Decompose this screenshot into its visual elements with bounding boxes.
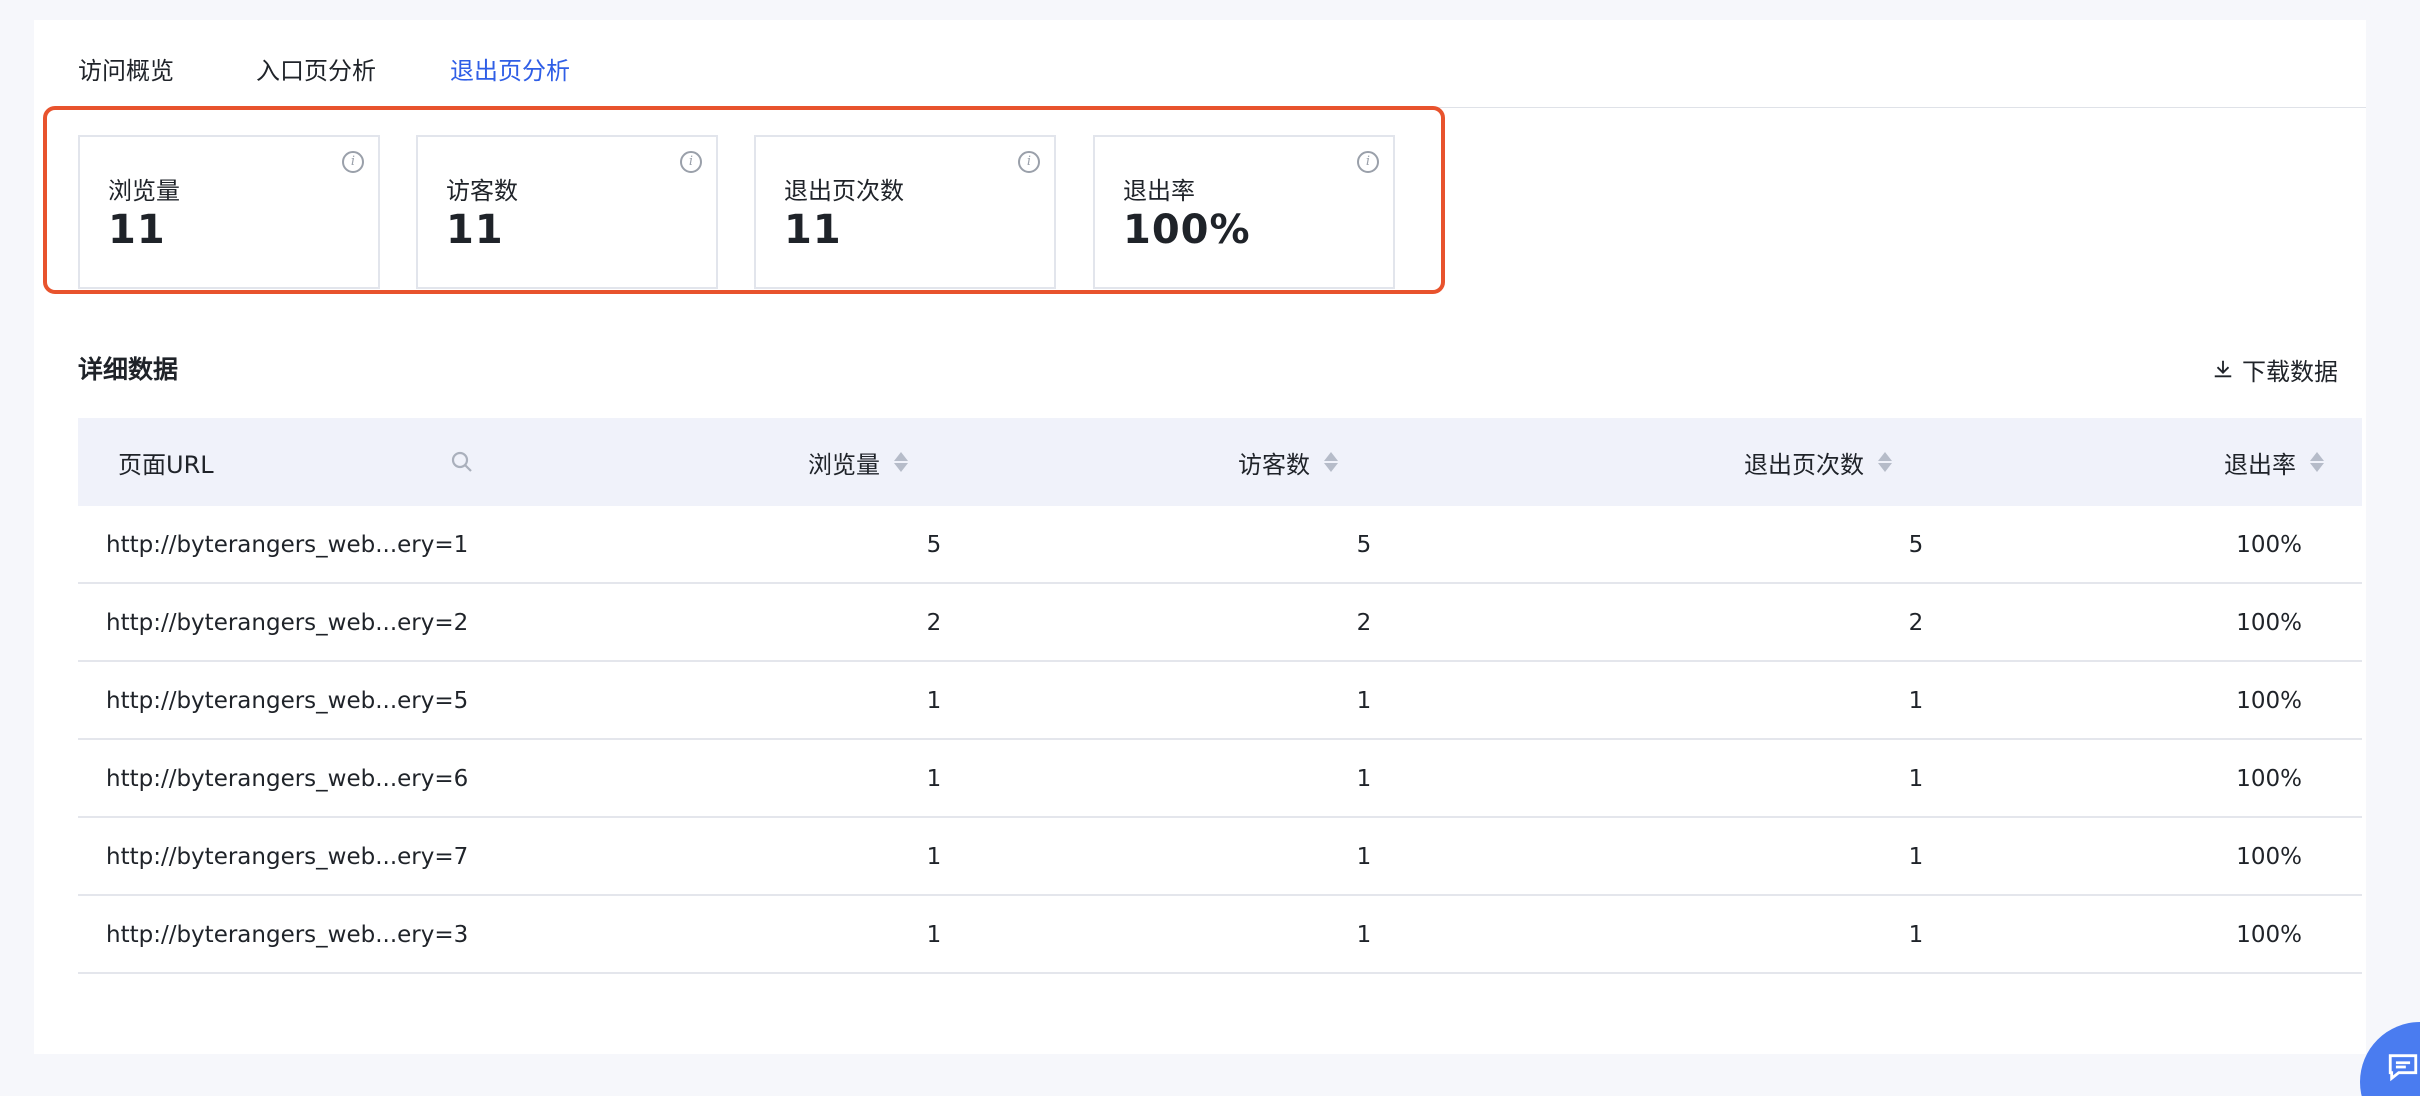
column-label: 退出率 bbox=[2224, 450, 2296, 479]
cell-page-views: 2 bbox=[926, 610, 942, 636]
info-icon[interactable]: i bbox=[1357, 151, 1379, 173]
metric-value: 11 bbox=[108, 207, 166, 253]
cell-url: http://byterangers_web...ery=2 bbox=[106, 610, 469, 636]
cell-url: http://byterangers_web...ery=5 bbox=[106, 688, 469, 714]
download-data-button[interactable]: 下载数据 bbox=[2212, 353, 2338, 386]
column-label: 页面URL bbox=[118, 450, 214, 479]
metric-card-exit-rate: i 退出率 100% bbox=[1093, 135, 1395, 289]
cell-visitors: 1 bbox=[1356, 922, 1372, 948]
tab-visit-overview[interactable]: 访问概览 bbox=[78, 54, 174, 108]
table-row: http://byterangers_web...ery=7 1 1 1 100… bbox=[78, 818, 2362, 896]
column-label: 浏览量 bbox=[808, 450, 880, 479]
cell-exit-count: 1 bbox=[1908, 688, 1924, 714]
cell-exit-count: 1 bbox=[1908, 844, 1924, 870]
table-row: http://byterangers_web...ery=1 5 5 5 100… bbox=[78, 506, 2362, 584]
cell-exit-count: 2 bbox=[1908, 610, 1924, 636]
cell-visitors: 2 bbox=[1356, 610, 1372, 636]
cell-exit-rate: 100% bbox=[2236, 844, 2302, 870]
chat-icon bbox=[2388, 1054, 2418, 1082]
tab-exit-page-analysis[interactable]: 退出页分析 bbox=[450, 54, 570, 109]
metric-card-visitors: i 访客数 11 bbox=[416, 135, 718, 289]
cell-exit-rate: 100% bbox=[2236, 766, 2302, 792]
search-icon[interactable] bbox=[450, 450, 474, 474]
cell-page-views: 1 bbox=[926, 844, 942, 870]
download-icon bbox=[2214, 360, 2232, 378]
info-icon[interactable]: i bbox=[1018, 151, 1040, 173]
metric-value: 11 bbox=[784, 207, 842, 253]
column-header-page-views[interactable]: 浏览量 bbox=[808, 418, 908, 506]
column-header-url: 页面URL bbox=[118, 418, 214, 506]
sort-icon[interactable] bbox=[1324, 450, 1338, 474]
cell-exit-count: 1 bbox=[1908, 766, 1924, 792]
tab-entry-page-analysis[interactable]: 入口页分析 bbox=[256, 54, 376, 108]
cell-page-views: 1 bbox=[926, 688, 942, 714]
metric-label: 浏览量 bbox=[108, 177, 180, 205]
cell-visitors: 1 bbox=[1356, 844, 1372, 870]
info-icon[interactable]: i bbox=[342, 151, 364, 173]
cell-visitors: 1 bbox=[1356, 688, 1372, 714]
metric-value: 11 bbox=[446, 207, 504, 253]
sort-icon[interactable] bbox=[1878, 450, 1892, 474]
cell-url: http://byterangers_web...ery=7 bbox=[106, 844, 469, 870]
cell-exit-rate: 100% bbox=[2236, 922, 2302, 948]
metric-value: 100% bbox=[1123, 207, 1251, 253]
download-label: 下载数据 bbox=[2242, 357, 2338, 386]
cell-exit-rate: 100% bbox=[2236, 610, 2302, 636]
cell-page-views: 1 bbox=[926, 922, 942, 948]
cell-url: http://byterangers_web...ery=6 bbox=[106, 766, 469, 792]
cell-page-views: 1 bbox=[926, 766, 942, 792]
cell-visitors: 5 bbox=[1356, 532, 1372, 558]
table-header: 页面URL 浏览量 访客数 退出页次数 退出率 bbox=[78, 418, 2362, 506]
chat-support-button[interactable] bbox=[2360, 1022, 2420, 1096]
cell-exit-rate: 100% bbox=[2236, 532, 2302, 558]
column-header-visitors[interactable]: 访客数 bbox=[1238, 418, 1338, 506]
cell-url: http://byterangers_web...ery=3 bbox=[106, 922, 469, 948]
table-row: http://byterangers_web...ery=2 2 2 2 100… bbox=[78, 584, 2362, 662]
metric-label: 退出率 bbox=[1123, 177, 1195, 205]
sort-icon[interactable] bbox=[894, 450, 908, 474]
table-row: http://byterangers_web...ery=5 1 1 1 100… bbox=[78, 662, 2362, 740]
table-row: http://byterangers_web...ery=3 1 1 1 100… bbox=[78, 896, 2362, 974]
cell-page-views: 5 bbox=[926, 532, 942, 558]
analysis-tabs: 访问概览 入口页分析 退出页分析 bbox=[78, 20, 2366, 109]
metric-card-page-views: i 浏览量 11 bbox=[78, 135, 380, 289]
column-label: 退出页次数 bbox=[1744, 450, 1864, 479]
exit-page-analysis-panel: 访问概览 入口页分析 退出页分析 i 浏览量 11 i 访客数 11 i 退出页… bbox=[34, 20, 2366, 1054]
cell-exit-rate: 100% bbox=[2236, 688, 2302, 714]
sort-icon[interactable] bbox=[2310, 450, 2324, 474]
metric-label: 访客数 bbox=[446, 177, 518, 205]
detail-table: 页面URL 浏览量 访客数 退出页次数 退出率 http://byterange… bbox=[78, 418, 2362, 974]
column-header-exit-count[interactable]: 退出页次数 bbox=[1744, 418, 1892, 506]
table-row: http://byterangers_web...ery=6 1 1 1 100… bbox=[78, 740, 2362, 818]
column-label: 访客数 bbox=[1238, 450, 1310, 479]
column-header-exit-rate[interactable]: 退出率 bbox=[2224, 418, 2324, 506]
metric-label: 退出页次数 bbox=[784, 177, 904, 205]
cell-exit-count: 5 bbox=[1908, 532, 1924, 558]
info-icon[interactable]: i bbox=[680, 151, 702, 173]
cell-url: http://byterangers_web...ery=1 bbox=[106, 532, 469, 558]
cell-exit-count: 1 bbox=[1908, 922, 1924, 948]
cell-visitors: 1 bbox=[1356, 766, 1372, 792]
metric-card-exit-count: i 退出页次数 11 bbox=[754, 135, 1056, 289]
detail-data-title: 详细数据 bbox=[78, 355, 179, 384]
